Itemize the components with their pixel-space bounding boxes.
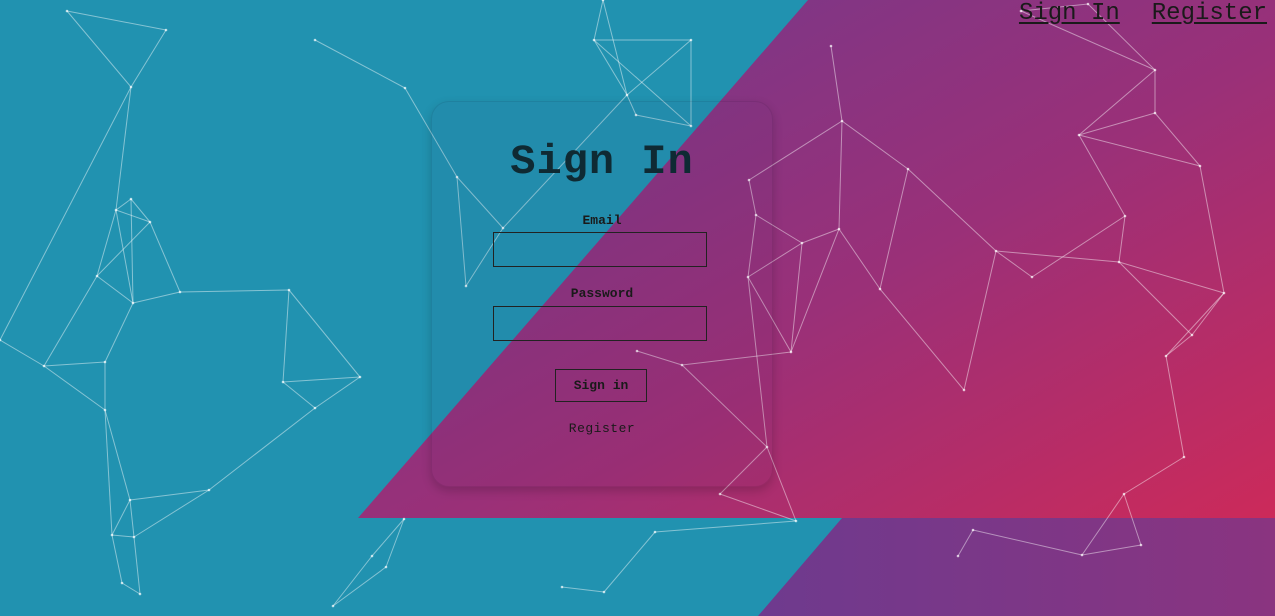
network-node [207,488,211,492]
nav-sign-in-link[interactable]: Sign In [1019,2,1120,26]
network-node [956,554,960,558]
page-title: Sign In [510,138,694,186]
network-node [132,535,136,539]
network-node [313,38,317,42]
network-node [962,388,966,392]
network-node [1030,275,1034,279]
network-node [281,380,285,384]
network-node [1222,291,1226,295]
network-node [906,167,910,171]
network-node [592,38,596,42]
network-node [718,492,722,496]
network-node [370,554,374,558]
network-node [313,406,317,410]
sign-in-card: Sign In Email Password Sign in Register [431,101,773,487]
network-node [103,408,107,412]
network-node [65,9,69,13]
network-node [120,581,124,585]
nav-register-link[interactable]: Register [1152,2,1267,26]
network-node [789,350,793,354]
top-navigation: Sign In Register [1019,2,1267,26]
network-node [358,375,362,379]
network-node [128,498,132,502]
network-node [794,519,798,523]
network-node [138,592,142,596]
network-node [164,28,168,32]
register-link[interactable]: Register [432,421,772,436]
network-node [800,241,804,245]
network-node [653,530,657,534]
network-node [384,565,388,569]
network-node [1190,333,1194,337]
network-node [1164,354,1168,358]
network-node [103,360,107,364]
network-node [837,227,841,231]
network-node [129,197,133,201]
network-node [1123,214,1127,218]
network-node [131,301,135,305]
network-node [331,604,335,608]
network-node [287,288,291,292]
network-node [625,93,629,97]
network-node [148,220,152,224]
email-field[interactable] [493,232,707,267]
network-node [1077,133,1081,137]
password-label: Password [570,286,634,301]
network-node [840,119,844,123]
network-node [971,528,975,532]
network-node [560,585,564,589]
network-node [42,364,46,368]
network-node [878,287,882,291]
email-label: Email [582,213,622,228]
network-node [689,38,693,42]
network-node [602,590,606,594]
network-node [829,44,833,48]
network-node [110,533,114,537]
password-field[interactable] [493,306,707,341]
network-node [1153,68,1157,72]
network-node [1080,553,1084,557]
network-node [1198,164,1202,168]
network-node [1117,260,1121,264]
network-node [1153,111,1157,115]
network-node [402,517,406,521]
network-node [178,290,182,294]
network-node [1122,492,1126,496]
sign-in-button[interactable]: Sign in [555,369,647,402]
gradient-band-lower [758,518,1275,616]
network-node [403,86,407,90]
network-node [95,274,99,278]
network-node [129,85,133,89]
network-node [994,249,998,253]
network-node [114,208,118,212]
network-node [1182,455,1186,459]
network-node [1139,543,1143,547]
